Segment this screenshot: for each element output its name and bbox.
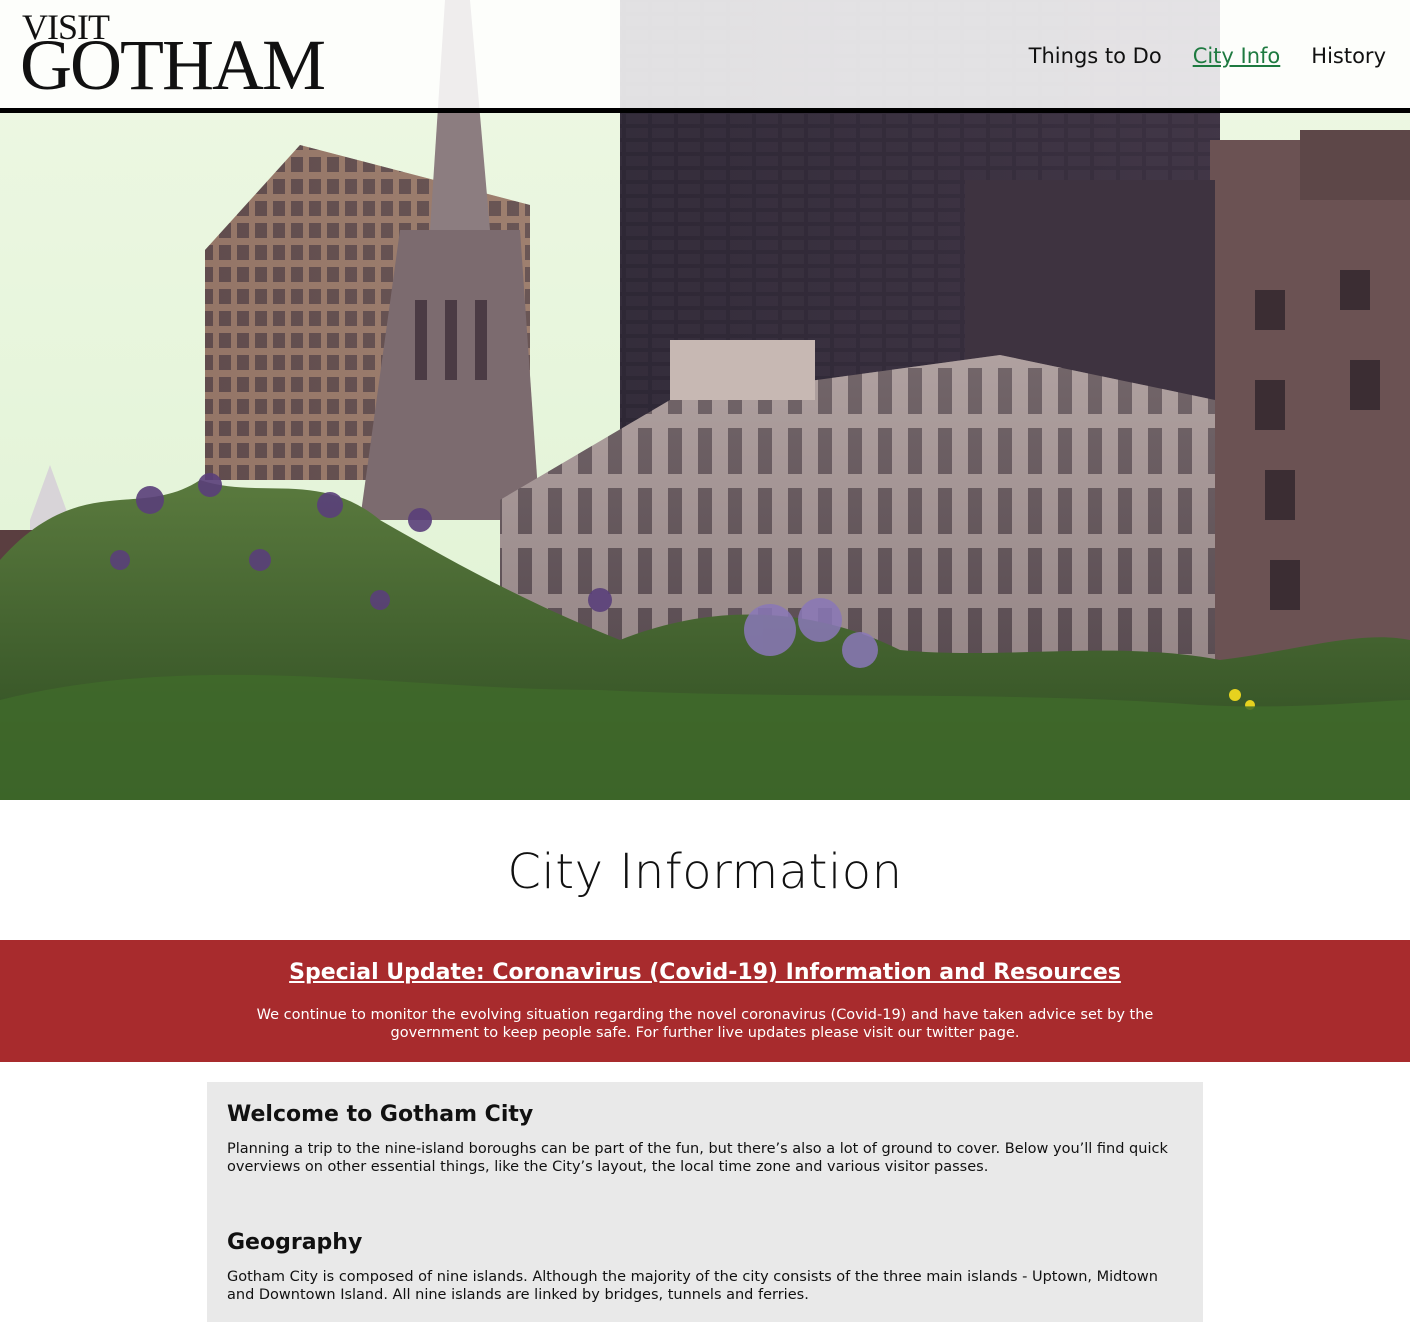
geography-heading: Geography (227, 1230, 363, 1255)
geography-text: Gotham City is composed of nine islands.… (227, 1269, 1158, 1303)
visit-gotham-logo[interactable]: VISIT GOTHAM (20, 9, 362, 105)
main-nav: Things to Do City Info History (1029, 38, 1386, 74)
info-card: Welcome to Gotham City Planning a trip t… (207, 1082, 1203, 1322)
hero-image (0, 0, 1410, 800)
nav-things-to-do[interactable]: Things to Do (1029, 38, 1162, 74)
hero-cityscape-illustration (0, 0, 1410, 800)
logo-text-gotham: GOTHAM (20, 25, 326, 105)
page-title: City Information (507, 844, 903, 900)
nav-city-info[interactable]: City Info (1193, 38, 1281, 74)
welcome-heading: Welcome to Gotham City (227, 1102, 534, 1127)
site-header: VISIT GOTHAM Things to Do City Info Hist… (0, 0, 1410, 113)
nav-history[interactable]: History (1311, 38, 1386, 74)
covid-alert-banner: Special Update: Coronavirus (Covid-19) I… (0, 940, 1410, 1062)
covid-alert-text: We continue to monitor the evolving situ… (256, 1007, 1154, 1041)
covid-update-link[interactable]: Special Update: Coronavirus (Covid-19) I… (0, 956, 1410, 990)
welcome-text: Planning a trip to the nine-island borou… (227, 1141, 1168, 1175)
